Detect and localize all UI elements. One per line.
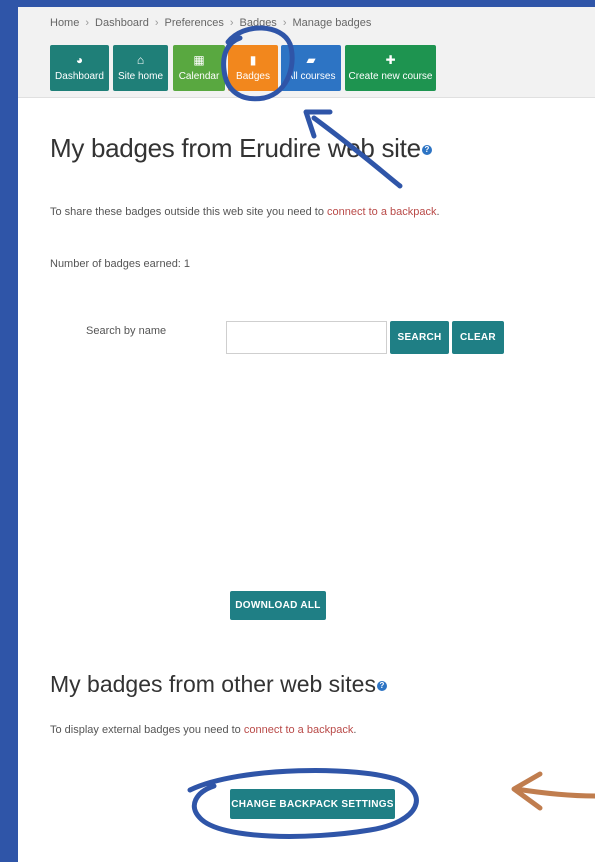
- download-all-button[interactable]: DOWNLOAD ALL: [230, 591, 326, 620]
- breadcrumb-preferences[interactable]: Preferences: [165, 17, 224, 29]
- page-title: My badges from Erudire web site?: [50, 133, 432, 164]
- connect-backpack-link[interactable]: connect to a backpack: [244, 724, 353, 736]
- screenshot-frame-left: [0, 0, 18, 862]
- nav-calendar-button[interactable]: ▦ Calendar: [173, 45, 225, 91]
- help-icon[interactable]: ?: [376, 680, 387, 691]
- search-label: Search by name: [86, 325, 167, 337]
- change-backpack-settings-button[interactable]: CHANGE BACKPACK SETTINGS: [230, 789, 395, 819]
- screenshot-frame-top: [0, 0, 595, 7]
- section-title-text: My badges from other web sites: [50, 671, 376, 697]
- share-text-end: .: [436, 206, 440, 218]
- nav-site-home-button[interactable]: ⌂ Site home: [113, 45, 168, 91]
- breadcrumb-separator: ›: [229, 17, 234, 29]
- breadcrumb-home[interactable]: Home: [50, 17, 79, 29]
- nav-button-label: Calendar: [178, 71, 220, 82]
- dashboard-icon: ◕: [75, 53, 84, 67]
- external-instructions: To display external badges you need to c…: [50, 724, 356, 736]
- connect-backpack-link[interactable]: connect to a backpack: [327, 206, 436, 218]
- page-title-text: My badges from Erudire web site: [50, 133, 421, 163]
- share-instructions: To share these badges outside this web s…: [50, 206, 440, 218]
- breadcrumb-separator: ›: [154, 17, 159, 29]
- nav-dashboard-button[interactable]: ◕ Dashboard: [50, 45, 109, 91]
- external-text: To display external badges you need to: [50, 724, 244, 736]
- breadcrumb-separator: ›: [85, 17, 90, 29]
- breadcrumb-manage-badges[interactable]: Manage badges: [292, 17, 371, 29]
- nav-create-course-button[interactable]: ✚ Create new course: [345, 45, 436, 91]
- bookmark-icon: ▮: [249, 53, 257, 67]
- external-text-end: .: [353, 724, 357, 736]
- nav-badges-button[interactable]: ▮ Badges: [228, 45, 278, 91]
- section-title: My badges from other web sites?: [50, 671, 387, 698]
- clear-button[interactable]: CLEAR: [452, 321, 504, 354]
- breadcrumb-dashboard[interactable]: Dashboard: [95, 17, 149, 29]
- book-icon: ▰: [306, 53, 316, 67]
- plus-icon: ✚: [385, 53, 396, 67]
- nav-button-label: Create new course: [348, 71, 433, 82]
- help-icon[interactable]: ?: [421, 145, 432, 156]
- nav-all-courses-button[interactable]: ▰ All courses: [281, 45, 341, 91]
- search-input[interactable]: [226, 321, 387, 354]
- breadcrumb: Home › Dashboard › Preferences › Badges …: [50, 13, 371, 33]
- nav-button-label: All courses: [286, 71, 336, 82]
- breadcrumb-separator: ›: [282, 17, 287, 29]
- share-text: To share these badges outside this web s…: [50, 206, 328, 218]
- annotation-arrow-brown-shaft: [513, 786, 595, 799]
- nav-button-label: Dashboard: [55, 71, 104, 82]
- nav-button-label: Badges: [236, 71, 270, 82]
- nav-button-label: Site home: [117, 71, 164, 82]
- home-icon: ⌂: [136, 53, 145, 67]
- calendar-icon: ▦: [193, 53, 205, 67]
- badges-earned-count: Number of badges earned: 1: [50, 258, 191, 270]
- search-button[interactable]: SEARCH: [390, 321, 449, 354]
- breadcrumb-badges[interactable]: Badges: [240, 17, 277, 29]
- annotation-arrow-brown-head: [511, 771, 543, 811]
